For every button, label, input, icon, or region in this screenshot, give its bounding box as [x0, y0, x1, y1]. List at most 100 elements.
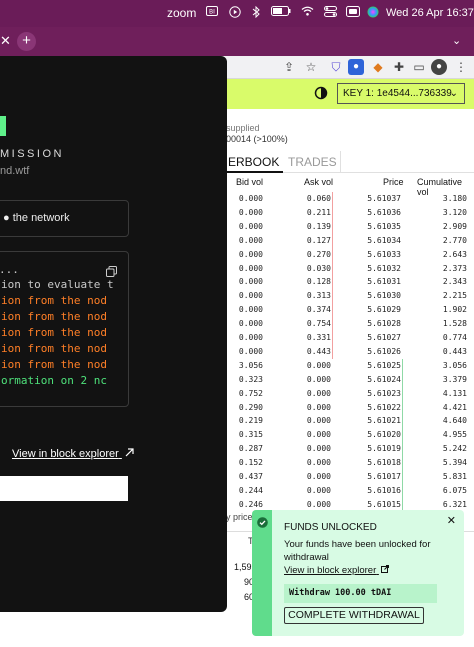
table-row: 0.290 0.000 5.61022 4.421 — [225, 400, 474, 415]
metamask-icon[interactable]: ◆ — [370, 59, 386, 75]
table-row: 0.244 0.000 5.61016 6.075 — [225, 483, 474, 498]
price-cell: 5.61031 — [367, 277, 401, 287]
new-tab-icon[interactable]: + — [17, 32, 36, 51]
more-menu-icon[interactable]: ⋮ — [453, 59, 469, 75]
side-marker — [402, 470, 403, 484]
close-tab-icon[interactable]: ✕ — [0, 33, 11, 49]
ask-vol-cell: 0.000 — [306, 485, 331, 495]
network-status-text: ● the network — [3, 212, 70, 224]
view-in-block-explorer-link[interactable]: View in block explorer — [12, 448, 134, 460]
ask-vol-cell: 0.211 — [306, 207, 331, 217]
cumulative-vol-cell: 3.120 — [442, 207, 467, 217]
table-row: 0.000 0.754 5.61028 1.528 — [225, 317, 474, 332]
side-marker — [332, 219, 333, 234]
bluetooth-icon[interactable] — [252, 5, 260, 23]
console-line: ion from the nod — [1, 326, 107, 339]
play-icon[interactable] — [229, 6, 241, 23]
complete-withdrawal-button[interactable]: COMPLETE WITHDRAWAL — [284, 607, 424, 624]
toast-explorer-link[interactable]: View in block explorer — [284, 565, 389, 576]
toast-body: Your funds have been unlocked for withdr… — [284, 539, 431, 563]
ask-vol-cell: 0.754 — [306, 319, 331, 329]
console-panel: ... ion to evaluate t ion from the nod ion… — [0, 251, 129, 407]
orderbook-header: Bid vol Ask vol Price Cumulative vol — [225, 177, 474, 197]
svg-text:BI: BI — [209, 9, 215, 16]
console-header: ... — [0, 263, 19, 276]
close-icon[interactable]: ✕ — [447, 514, 456, 527]
console-line: ormation on 2 nc — [1, 374, 107, 387]
cumulative-vol-cell: 4.131 — [442, 388, 467, 398]
cumulative-vol-cell: 2.215 — [442, 291, 467, 301]
bookmark-star-icon[interactable]: ☆ — [303, 59, 319, 75]
half-moon-icon[interactable] — [314, 86, 328, 105]
ask-vol-cell: 0.000 — [306, 472, 331, 481]
side-marker — [402, 442, 403, 457]
toast-explorer-link-label: View in block explorer — [284, 565, 377, 576]
cumulative-vol-cell: 0.443 — [442, 346, 467, 356]
price-cell: 5.61036 — [367, 207, 401, 217]
bid-vol-cell: 0.000 — [238, 333, 263, 342]
table-row: 0.323 0.000 5.61024 3.379 — [225, 372, 474, 387]
column-header-ask-vol: Ask vol — [304, 177, 334, 187]
share-icon[interactable]: ⇪ — [281, 59, 297, 75]
zoom-menu[interactable]: zoom — [167, 6, 196, 21]
ask-vol-cell: 0.443 — [306, 346, 331, 356]
bid-vol-cell: 0.244 — [238, 485, 263, 495]
table-row: 3.056 0.000 5.61025 3.056 — [225, 358, 474, 373]
key-selector-label: KEY 1: 1e4544...736339 — [343, 88, 452, 99]
bid-vol-cell: 0.290 — [238, 402, 263, 412]
tab-trades[interactable]: TRADES — [288, 151, 337, 173]
wifi-icon[interactable] — [301, 6, 314, 21]
transaction-modal: MISSION nd.wtf ● the network ... ion to … — [0, 56, 227, 612]
cumulative-vol-cell: 4.955 — [442, 430, 467, 440]
bid-vol-cell: 0.000 — [238, 319, 263, 329]
status-indicator — [0, 116, 6, 136]
side-marker — [332, 233, 333, 248]
table-row: 0.000 0.060 5.61037 3.180 — [225, 192, 474, 206]
key-selector[interactable]: KEY 1: 1e4544...736339 ⌄ — [337, 83, 465, 104]
screen-share-icon[interactable]: BI — [206, 6, 218, 21]
price-cell: 5.61021 — [367, 416, 401, 426]
extension-icon[interactable]: ● — [348, 59, 364, 75]
cumulative-vol-cell: 2.909 — [442, 221, 467, 231]
tab-orderbook[interactable]: ERBOOK — [224, 151, 284, 173]
orderbook-tabs: ERBOOK TRADES — [210, 151, 474, 173]
table-row: 0.000 0.128 5.61031 2.343 — [225, 275, 474, 290]
profile-avatar-icon[interactable]: ● — [431, 59, 447, 75]
console-line: ion from the nod — [1, 310, 107, 323]
ask-vol-cell: 0.000 — [306, 402, 331, 412]
table-row: 0.437 0.000 5.61017 5.831 — [225, 470, 474, 484]
price-cell: 5.61022 — [367, 402, 401, 412]
price-cell: 5.61030 — [367, 291, 401, 301]
console-line: ion to evaluate t — [1, 278, 114, 291]
ask-vol-cell: 0.313 — [306, 291, 331, 301]
bid-vol-cell: 0.000 — [238, 291, 263, 301]
supplied-label: supplied — [226, 123, 260, 133]
withdraw-text: Withdraw 100.00 tDAI — [289, 588, 392, 598]
cumulative-vol-cell: 3.056 — [442, 360, 467, 370]
ask-vol-cell: 0.374 — [306, 305, 331, 315]
siri-icon[interactable] — [367, 6, 379, 23]
clock[interactable]: Wed 26 Apr 16:37 — [386, 6, 474, 21]
console-line: ion from the nod — [1, 342, 107, 355]
shield-extension-icon[interactable]: ⛉ — [328, 59, 344, 75]
tab-divider — [340, 151, 341, 173]
network-box[interactable]: ● the network — [0, 200, 129, 237]
modal-action-button[interactable] — [0, 476, 128, 501]
side-marker — [332, 344, 333, 359]
ask-vol-cell: 0.000 — [306, 430, 331, 440]
bid-vol-cell: 0.323 — [238, 374, 263, 384]
control-center-icon[interactable] — [324, 6, 337, 22]
browser-tab-strip: ✕ + ⌄ — [0, 27, 474, 56]
ask-vol-cell: 0.000 — [306, 374, 331, 384]
cumulative-vol-cell: 2.643 — [442, 249, 467, 259]
toast-title: FUNDS UNLOCKED — [284, 522, 377, 533]
price-cell: 5.61032 — [367, 263, 401, 273]
cumulative-vol-cell: 2.373 — [442, 263, 467, 273]
control-toggle-icon[interactable] — [346, 6, 360, 22]
side-marker — [332, 247, 333, 262]
battery-icon[interactable] — [271, 6, 291, 21]
puzzle-extensions-icon[interactable]: ✚ — [391, 59, 407, 75]
tab-list-chevron-icon[interactable]: ⌄ — [452, 34, 461, 47]
cumulative-vol-cell: 3.379 — [442, 374, 467, 384]
sidebar-icon[interactable]: ▭ — [411, 59, 427, 75]
